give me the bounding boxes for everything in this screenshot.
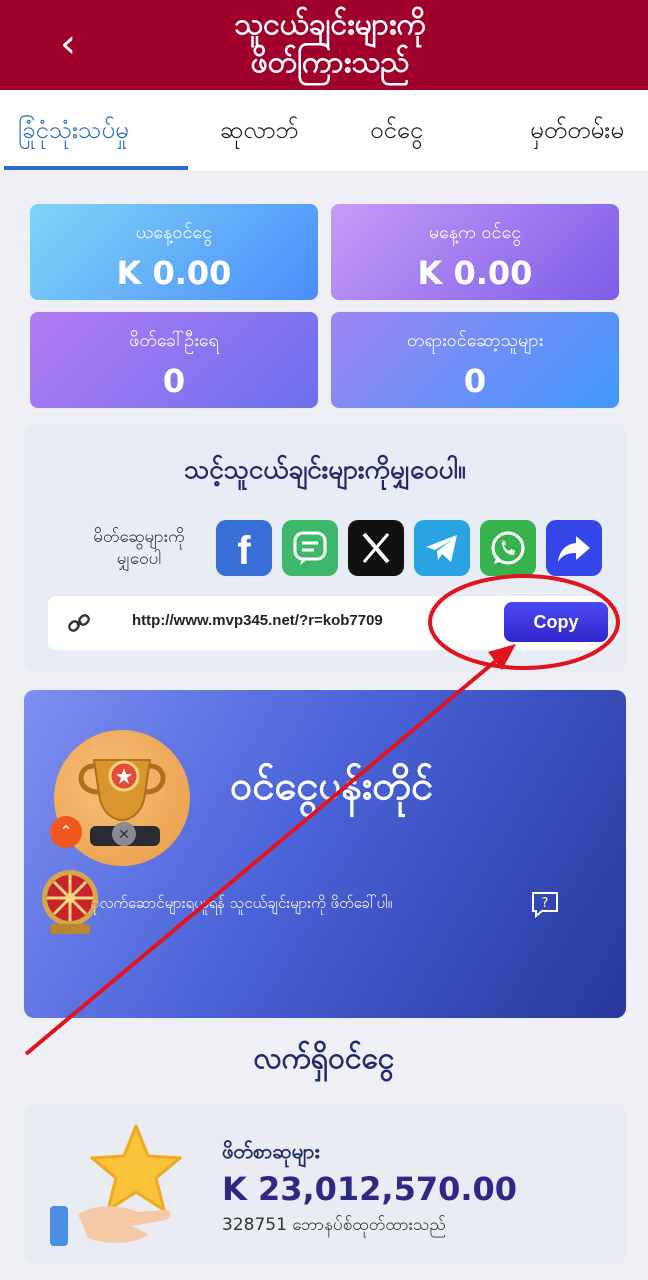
income-goal-description: ုလက်ဆောင်များရယူရန် သူငယ်ချင်းများကို ဖိ… xyxy=(90,894,393,912)
tab-records[interactable]: မှတ်တမ်းမ xyxy=(530,90,624,170)
income-goal-card: ✕ ⌃ ဝင်ငွေပန်းတိုင် ုလက်ဆောင်များရယူရန် … xyxy=(24,690,626,1018)
stat-invited-count: ဖိတ်ခေါ်ဦးရေ 0 xyxy=(30,312,318,408)
tab-bar: ခြုံငုံသုံးသပ်မှု ဆုလာဘ် ဝင်ငွေ မှတ်တမ်း… xyxy=(0,90,648,170)
invite-link-row: http://www.mvp345.net/?r=kob7709 Copy xyxy=(48,596,608,650)
help-icon[interactable]: ? xyxy=(530,890,560,918)
facebook-icon[interactable]: f xyxy=(216,520,272,576)
stat-value: 0 xyxy=(463,362,487,400)
page-title-line1: သူငယ်ချင်းများကို xyxy=(234,7,426,42)
message-icon[interactable] xyxy=(282,520,338,576)
share-label-line2: မျှဝေပါ xyxy=(116,549,162,569)
income-goal-title: ဝင်ငွေပန်းတိုင် xyxy=(230,763,434,809)
stat-value: K 0.00 xyxy=(417,254,533,292)
stat-label: တရားဝင်ဆော့သူများ xyxy=(406,330,544,351)
svg-text:f: f xyxy=(237,529,251,573)
share-label: မိတ်ဆွေများကို မျှဝေပါ xyxy=(54,526,224,570)
x-icon[interactable] xyxy=(348,520,404,576)
stat-value: 0 xyxy=(162,362,186,400)
stat-label: မနေ့က ဝင်ငွေ xyxy=(428,222,522,243)
invite-title: သင့်သူငယ်ချင်းများကိုမျှဝေပါ။ xyxy=(184,455,466,485)
level-up-icon: ⌃ xyxy=(50,816,82,848)
copy-button[interactable]: Copy xyxy=(504,602,608,642)
stat-today-income: ယနေ့ဝင်ငွေ K 0.00 xyxy=(30,204,318,300)
stat-valid-players: တရားဝင်ဆော့သူများ 0 xyxy=(331,312,619,408)
page-title: သူငယ်ချင်းများကို ဖိတ်ကြားသည် xyxy=(140,6,520,82)
stat-yesterday-income: မနေ့က ဝင်ငွေ K 0.00 xyxy=(331,204,619,300)
invite-rewards-card: ဖိတ်စာဆုများ K 23,012,570.00 328751 ဘောန… xyxy=(24,1104,626,1264)
whatsapp-icon[interactable] xyxy=(480,520,536,576)
tab-rewards[interactable]: ဆုလာဘ် xyxy=(220,90,299,170)
star-hand-icon xyxy=(50,1124,182,1246)
invite-link-text: http://www.mvp345.net/?r=kob7709 xyxy=(132,612,383,629)
top-bar: ‹ သူငယ်ချင်းများကို ဖိတ်ကြားသည် xyxy=(0,0,648,90)
share-arrow-icon[interactable] xyxy=(546,520,602,576)
tab-income[interactable]: ဝင်ငွေ xyxy=(370,90,423,170)
stat-label: ဖိတ်ခေါ်ဦးရေ xyxy=(129,330,219,351)
page-title-line2: ဖိတ်ကြားသည် xyxy=(250,45,410,80)
svg-text:?: ? xyxy=(542,896,549,911)
telegram-icon[interactable] xyxy=(414,520,470,576)
current-income-title: လက်ရှိဝင်ငွေ xyxy=(253,1041,395,1076)
back-button[interactable]: ‹ xyxy=(48,20,88,68)
invite-rewards-value: K 23,012,570.00 xyxy=(222,1170,518,1208)
invite-panel: သင့်သူငယ်ချင်းများကိုမျှဝေပါ။ မိတ်ဆွေမျာ… xyxy=(24,424,626,672)
chevron-left-icon: ‹ xyxy=(60,21,76,67)
svg-text:✕: ✕ xyxy=(118,827,130,843)
invite-rewards-label: ဖိတ်စာဆုများ xyxy=(222,1139,320,1163)
share-label-line1: မိတ်ဆွေများကို xyxy=(93,527,185,547)
stat-label: ယနေ့ဝင်ငွေ xyxy=(135,222,213,243)
link-icon xyxy=(68,614,90,632)
stat-value: K 0.00 xyxy=(116,254,232,292)
invite-rewards-subtext: 328751 ဘောနပ်စ်ထုတ်ထားသည် xyxy=(222,1215,446,1235)
tab-overview[interactable]: ခြုံငုံသုံးသပ်မှု xyxy=(18,90,129,170)
